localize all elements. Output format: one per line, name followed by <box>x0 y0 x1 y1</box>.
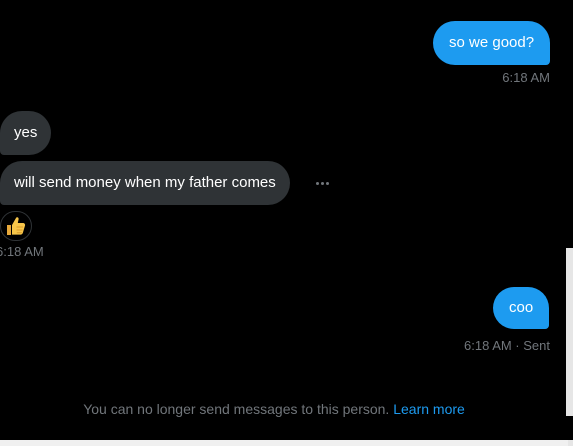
message-timestamp: 6:18 AM <box>502 70 550 85</box>
thumbs-up-icon <box>7 217 26 235</box>
vertical-scrollbar[interactable] <box>566 0 573 446</box>
message-timestamp: 6:18 AM · Sent <box>464 338 550 353</box>
horizontal-scrollbar[interactable] <box>0 440 573 446</box>
incoming-message-bubble[interactable]: will send money when my father comes <box>0 161 290 205</box>
message-text: coo <box>509 299 534 316</box>
dm-conversation-view: so we good? 6:18 AM yes will send money … <box>0 0 573 446</box>
message-more-button[interactable] <box>307 168 337 198</box>
message-text: so we good? <box>449 34 535 51</box>
message-list: so we good? 6:18 AM yes will send money … <box>0 0 566 440</box>
reaction-badge[interactable] <box>0 211 32 241</box>
message-text: yes <box>14 124 38 141</box>
incoming-message-bubble[interactable]: yes <box>0 111 52 155</box>
outgoing-message-bubble[interactable]: coo <box>493 287 550 329</box>
message-timestamp: 6:18 AM <box>0 244 44 259</box>
more-icon <box>315 181 329 185</box>
message-text: will send money when my father comes <box>14 174 276 191</box>
learn-more-link[interactable]: Learn more <box>393 401 465 417</box>
scrollbar-track <box>0 440 568 446</box>
notice-text: You can no longer send messages to this … <box>83 401 390 417</box>
cannot-message-notice: You can no longer send messages to this … <box>0 401 548 417</box>
scrollbar-thumb[interactable] <box>566 248 573 416</box>
outgoing-message-bubble[interactable]: so we good? <box>433 21 551 65</box>
